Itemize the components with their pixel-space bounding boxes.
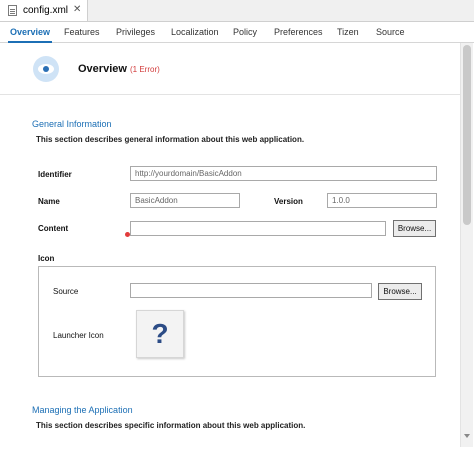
editor-tab-config-xml[interactable]: config.xml ✕: [0, 0, 88, 21]
scrollbar-thumb[interactable]: [463, 45, 471, 225]
tab-overview[interactable]: Overview: [7, 27, 53, 43]
page-tabs: Overview Features Privileges Localizatio…: [0, 22, 474, 43]
identifier-field[interactable]: http://yourdomain/BasicAddon: [130, 166, 437, 181]
tab-features[interactable]: Features: [64, 27, 100, 37]
scroll-down-arrow-icon[interactable]: [464, 434, 470, 438]
xml-file-icon: [8, 5, 17, 16]
tab-privileges[interactable]: Privileges: [116, 27, 155, 37]
managing-heading[interactable]: Managing the Application: [32, 405, 133, 415]
tab-localization[interactable]: Localization: [171, 27, 219, 37]
version-label: Version: [274, 197, 303, 206]
tab-tizen[interactable]: Tizen: [337, 27, 359, 37]
editor-tab-bar: config.xml ✕: [0, 0, 474, 22]
overview-header: Overview (1 Error): [0, 43, 460, 95]
content-field[interactable]: [130, 221, 386, 236]
icon-heading: Icon: [38, 254, 55, 263]
general-info-heading[interactable]: General Information: [32, 119, 112, 129]
tab-source[interactable]: Source: [376, 27, 405, 37]
icon-browse-button[interactable]: Browse...: [378, 283, 422, 300]
close-tab-icon[interactable]: ✕: [73, 4, 81, 15]
icon-source-field[interactable]: [130, 283, 372, 298]
source-label: Source: [53, 287, 79, 296]
question-mark-icon[interactable]: ?: [136, 310, 184, 358]
name-label: Name: [38, 197, 60, 206]
tab-preferences[interactable]: Preferences: [274, 27, 323, 37]
tab-policy[interactable]: Policy: [233, 27, 257, 37]
version-field[interactable]: 1.0.0: [327, 193, 437, 208]
content-error-marker: [125, 232, 130, 237]
general-info-description: This section describes general informati…: [36, 135, 305, 144]
content-label: Content: [38, 224, 69, 233]
content-browse-button[interactable]: Browse...: [393, 220, 436, 237]
managing-description: This section describes specific informat…: [36, 421, 306, 430]
identifier-label: Identifier: [38, 170, 72, 179]
editor-tab-title: config.xml: [23, 5, 69, 16]
vertical-scrollbar[interactable]: [460, 43, 473, 447]
eye-icon: [33, 56, 59, 82]
page-title: Overview: [78, 63, 127, 75]
overview-form: Overview (1 Error) General Information T…: [0, 43, 460, 447]
launcher-icon-label: Launcher Icon: [53, 331, 104, 340]
name-field[interactable]: BasicAddon: [130, 193, 240, 208]
error-count: (1 Error): [130, 65, 160, 74]
